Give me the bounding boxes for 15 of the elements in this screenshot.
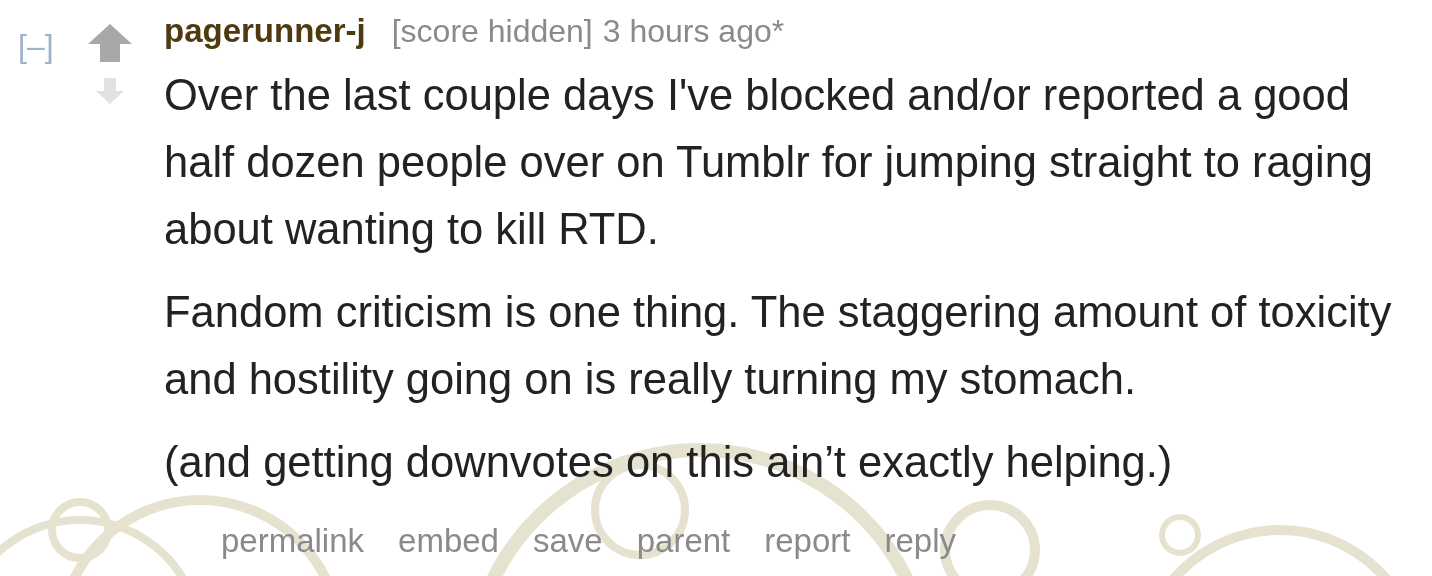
comment-paragraph: (and getting downvotes on this ain’t exactly helping.) [164,437,1174,488]
comment-action-link[interactable]: report [764,516,851,566]
comment-paragraph: Fandom criticism is one thing. The staggering amount of toxicity and hostility going on is really turning my stomach. [164,287,1393,405]
comment-action-link[interactable]: permalink [221,516,365,566]
collapse-toggle[interactable]: [–] [18,30,54,62]
score-text: [score hidden] [391,12,593,51]
comment-action-link[interactable]: parent [636,516,731,566]
downvote-arrow-icon[interactable] [96,78,124,104]
author-link[interactable]: pagerunner-j [164,6,366,56]
timestamp: 3 hours ago* [602,12,785,51]
upvote-arrow-icon[interactable] [88,24,132,62]
comment-action-link[interactable]: embed [398,516,499,566]
comment-action-link[interactable]: reply [884,516,956,566]
comment-action-link[interactable]: save [532,516,603,566]
comment-paragraph: Over the last couple days I've blocked and/or reported a good half dozen people over on Tumblr for jumping straight to raging about wanting to kill RTD. [164,70,1375,255]
